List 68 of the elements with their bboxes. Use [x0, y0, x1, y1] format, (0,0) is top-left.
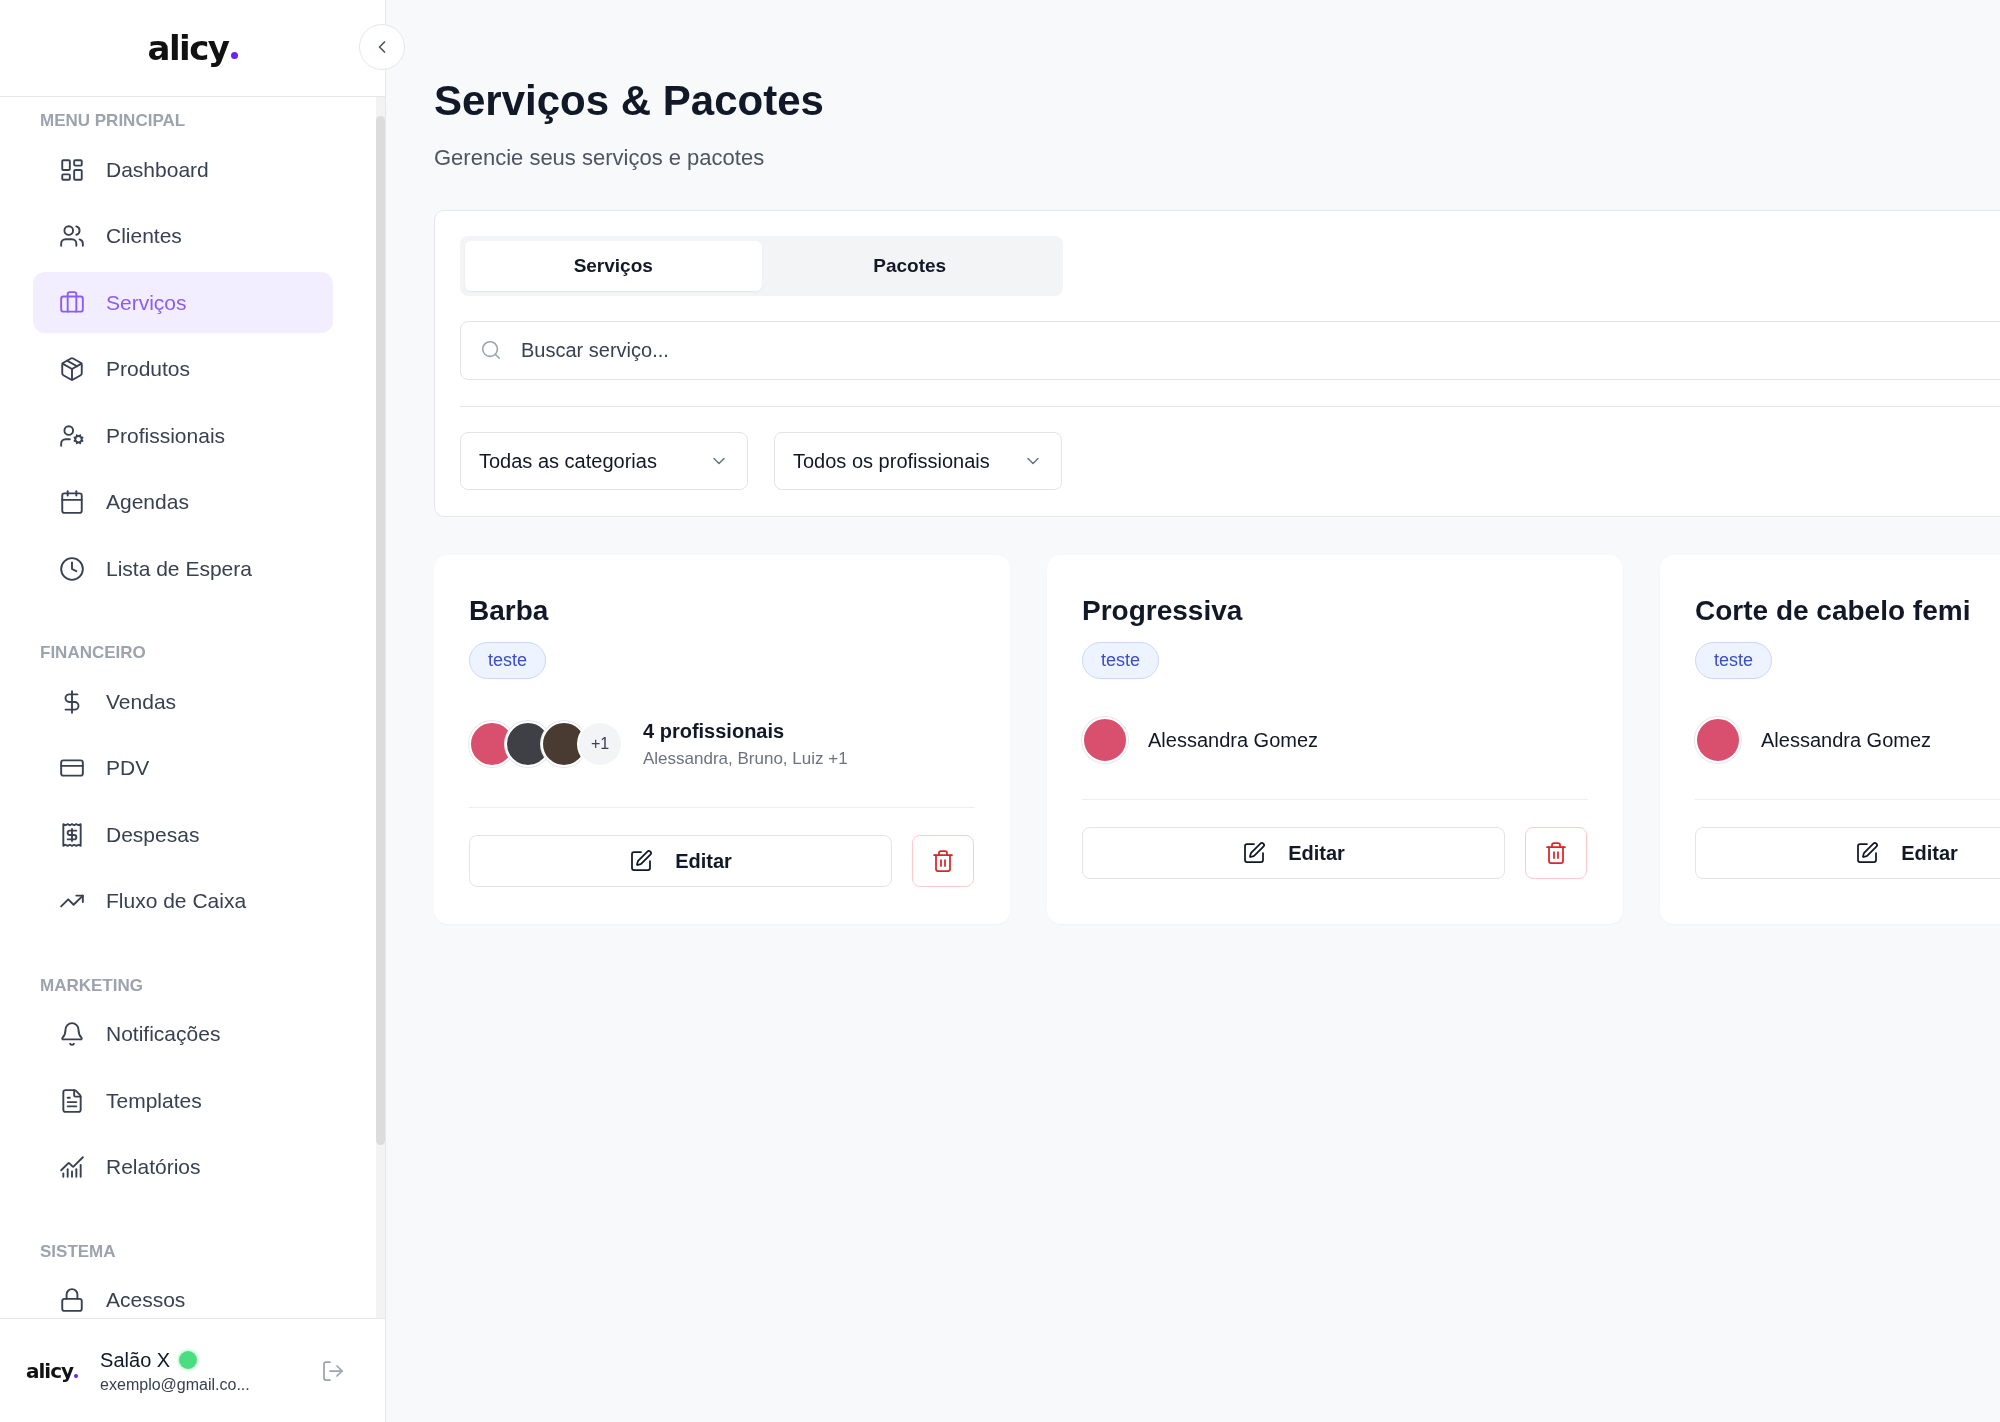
section-heading: MENU PRINCIPAL	[40, 111, 186, 131]
logo: alicy	[26, 1358, 74, 1383]
sidebar-item[interactable]: Templates	[33, 1070, 333, 1131]
edit-icon	[629, 849, 654, 873]
sidebar-item[interactable]: Fluxo de Caixa	[33, 870, 333, 932]
edit-button[interactable]: Editar	[1695, 827, 2000, 879]
category-tag: teste	[1695, 642, 1773, 679]
category-tag: teste	[1082, 642, 1160, 679]
trash-icon	[1544, 841, 1568, 865]
user-gear-icon	[59, 422, 85, 449]
sidebar-item[interactable]: Notificações	[33, 1003, 333, 1065]
section-heading: FINANCEIRO	[40, 643, 146, 663]
sidebar-item[interactable]: Agendas	[33, 471, 333, 533]
professional-count: 4 profissionais	[643, 719, 786, 744]
scrollbar-track[interactable]	[376, 97, 385, 1318]
tab[interactable]: Pacotes	[761, 241, 1058, 291]
card-title: Barba	[469, 594, 549, 628]
sidebar-item[interactable]: Dashboard	[33, 139, 333, 200]
sidebar-item[interactable]: Serviços	[33, 272, 333, 333]
professional-names: Alessandra, Bruno, Luiz +1	[643, 748, 848, 770]
delete-button[interactable]	[1525, 827, 1587, 879]
logo: alicy	[147, 28, 229, 68]
sidebar-item[interactable]: Vendas	[33, 671, 333, 732]
sidebar-item[interactable]: Acessos	[33, 1269, 333, 1318]
sidebar-item[interactable]: PDV	[33, 737, 333, 799]
users-icon	[59, 223, 85, 249]
section-heading: SISTEMA	[40, 1241, 116, 1262]
more-count: +1	[577, 721, 623, 767]
lock-icon	[59, 1287, 85, 1313]
dashboard-icon	[59, 156, 85, 183]
trash-icon	[931, 849, 955, 873]
filter-dropdown[interactable]: Todos os profissionais	[774, 432, 1062, 490]
package-icon	[59, 356, 85, 382]
card-title: Corte de cabelo femi	[1695, 594, 1971, 628]
document-icon	[59, 1087, 85, 1114]
sidebar-item[interactable]: Lista de Espera	[33, 538, 333, 599]
briefcase-icon	[59, 289, 85, 316]
edit-icon	[1855, 841, 1880, 865]
receipt-icon	[59, 821, 85, 848]
professional-name: Alessandra Gomez	[1761, 728, 1932, 753]
sidebar-item[interactable]: Clientes	[33, 205, 333, 267]
sidebar-item[interactable]: Profissionais	[33, 405, 333, 466]
bell-icon	[59, 1021, 85, 1047]
category-tag: teste	[469, 642, 547, 679]
professional-name: Alessandra Gomez	[1148, 728, 1319, 753]
edit-icon	[1242, 841, 1267, 865]
scrollbar-thumb[interactable]	[376, 116, 385, 1145]
account-name: Salão X	[100, 1347, 171, 1373]
account-email: exemplo@gmail.co...	[100, 1374, 250, 1395]
search-icon	[480, 339, 502, 361]
search-field[interactable]: Buscar serviço...	[460, 321, 2000, 380]
card-title: Progressiva	[1082, 594, 1243, 628]
clock-icon	[59, 555, 85, 582]
filter-dropdown[interactable]: Todas as categorias	[460, 432, 748, 490]
delete-button[interactable]	[912, 835, 974, 887]
page-subtitle: Gerencie seus serviços e pacotes	[434, 144, 765, 172]
calendar-icon	[59, 489, 85, 515]
logout-button[interactable]	[321, 1358, 345, 1383]
section-heading: MARKETING	[40, 975, 143, 996]
tab[interactable]: Serviços	[465, 241, 762, 291]
bar-chart-icon	[59, 1154, 85, 1180]
sidebar-item[interactable]: Produtos	[33, 338, 333, 400]
logout-icon	[321, 1358, 345, 1383]
sidebar-item[interactable]: Despesas	[33, 804, 333, 865]
sidebar-item[interactable]: Relatórios	[33, 1136, 333, 1198]
edit-button[interactable]: Editar	[1082, 827, 1505, 879]
page-title: Serviços & Pacotes	[434, 78, 824, 124]
edit-button[interactable]: Editar	[469, 835, 892, 887]
